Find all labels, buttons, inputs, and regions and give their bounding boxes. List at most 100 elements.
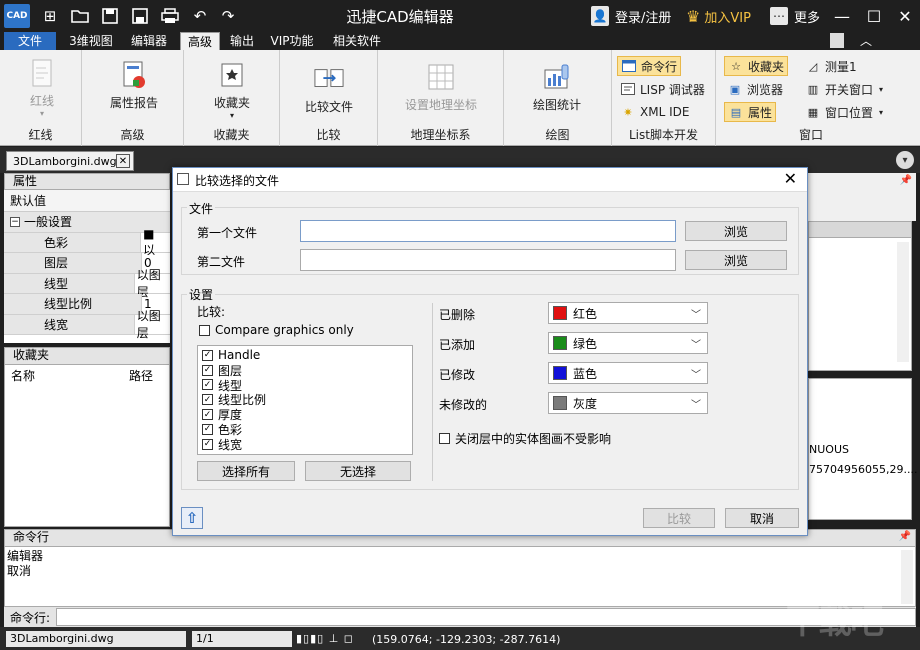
login-button[interactable]: 👤 登录/注册 (591, 5, 671, 27)
menu-vip[interactable]: VIP功能 (264, 32, 320, 50)
scrollbar[interactable] (897, 242, 909, 362)
set-geo-coordinates-button[interactable]: 设置地理坐标 (396, 62, 486, 113)
list-item[interactable]: ✓ 线型 (202, 378, 412, 393)
compare-graphics-only-checkbox[interactable]: Compare graphics only (199, 323, 354, 337)
minimize-button[interactable]: — (828, 4, 856, 28)
menu-output[interactable]: 输出 (226, 32, 258, 50)
lisp-debugger-icon (620, 81, 636, 97)
favorites-panel-toggle[interactable]: ☆ 收藏夹 (724, 56, 789, 76)
close-button[interactable]: ✕ (891, 4, 919, 28)
favorites-icon (217, 60, 247, 90)
vip-button[interactable]: ♛ 加入VIP (686, 5, 751, 27)
xml-ide-button[interactable]: ✷ XML IDE (617, 102, 692, 122)
measure-button[interactable]: ◿ 测量1 (802, 56, 860, 76)
chevron-down-icon: ﹀ (691, 370, 701, 381)
pin-icon[interactable]: 📌 (899, 531, 911, 542)
column-name[interactable]: 名称 (5, 367, 129, 384)
property-row[interactable]: 线型 以图层 (4, 268, 170, 299)
list-item[interactable]: ✓ 图层 (202, 363, 412, 378)
properties-default-select[interactable]: 默认值 (4, 190, 170, 212)
right-panel-bottom: NUOUS 75704956055,29.... (808, 378, 917, 520)
menu-3d-view[interactable]: 3维视图 (62, 32, 120, 50)
compare-dialog: 比较选择的文件 ✕ 文件 第一个文件 浏览 第二文件 浏览 设置 比较: Com… (172, 167, 808, 536)
second-file-input[interactable] (300, 249, 676, 271)
document-tab[interactable]: 3DLamborgini.dwg ✕ (6, 151, 134, 171)
tab-scroll-icon[interactable]: ▾ (896, 151, 914, 169)
deleted-label: 已删除 (439, 308, 476, 322)
print-icon[interactable] (159, 6, 181, 26)
modified-label: 已修改 (439, 368, 476, 382)
favorites-columns: 名称 路径 (5, 365, 169, 385)
snap-icons[interactable]: ▮▯▮▯ ⊥ ◻ (296, 632, 354, 645)
compare-files-button[interactable]: 比较文件 (298, 64, 360, 115)
added-swatch (553, 336, 567, 350)
chevron-down-icon: ﹀ (691, 340, 701, 351)
lisp-debugger-button[interactable]: LISP 调试器 (617, 79, 708, 99)
favorites-button[interactable]: 收藏夹 ▾ (206, 60, 258, 120)
unmodified-swatch (553, 396, 567, 410)
drawing-statistics-button[interactable]: 绘图统计 (526, 62, 588, 113)
redo-icon[interactable]: ↷ (217, 6, 239, 26)
redline-icon (27, 58, 57, 88)
added-color-select[interactable]: 绿色 ﹀ (548, 332, 708, 354)
toggle-window-button[interactable]: ▥ 开关窗口 ▾ (802, 79, 886, 99)
menu-file[interactable]: 文件 (4, 32, 56, 50)
browser-panel-toggle[interactable]: ▣ 浏览器 (724, 79, 786, 99)
list-item[interactable]: ✓ 色彩 (202, 422, 412, 437)
chevron-down-icon: ﹀ (691, 310, 701, 321)
first-file-input[interactable] (300, 220, 676, 242)
page-icon[interactable] (830, 33, 844, 48)
more-icon: ⋯ (770, 7, 788, 25)
menu-editor[interactable]: 编辑器 (124, 32, 174, 50)
browse-first-button[interactable]: 浏览 (685, 221, 787, 241)
maximize-button[interactable]: ☐ (860, 4, 888, 28)
second-file-label: 第二文件 (197, 255, 246, 269)
undo-icon[interactable]: ↶ (189, 6, 211, 26)
deleted-color-select[interactable]: 红色 ﹀ (548, 302, 708, 324)
dialog-close-button[interactable]: ✕ (784, 169, 797, 188)
property-row[interactable]: 线宽 以图层 (4, 309, 170, 340)
dialog-icon (177, 173, 189, 185)
property-row[interactable]: 色彩 ■ 以 (4, 227, 170, 257)
collapse-icon[interactable]: − (10, 216, 20, 227)
list-item[interactable]: ✓ Handle (202, 348, 412, 363)
modified-color-select[interactable]: 蓝色 ﹀ (548, 362, 708, 384)
select-all-button[interactable]: 选择所有 (197, 461, 295, 481)
browse-second-button[interactable]: 浏览 (685, 250, 787, 270)
properties-panel: 属性 默认值 − 一般设置 色彩 ■ 以 图层 0 线型 以图层 线型比例 1 线宽 以图… (4, 173, 170, 343)
list-item[interactable]: ✓ 线宽 (202, 437, 412, 452)
command-scrollbar[interactable] (901, 550, 913, 604)
closed-layer-checkbox[interactable]: 关闭层中的实体图画不受影响 (439, 430, 611, 447)
pin-icon[interactable]: 📌 (900, 175, 912, 186)
measure-icon: ◿ (808, 59, 818, 73)
unmodified-color-select[interactable]: 灰度 ﹀ (548, 392, 708, 414)
redline-button[interactable]: 红线 ▾ (20, 58, 64, 118)
more-button[interactable]: ⋯ 更多 (770, 5, 820, 27)
list-item[interactable]: ✓ 厚度 (202, 407, 412, 422)
property-report-button[interactable]: 属性报告 (104, 60, 164, 111)
column-path[interactable]: 路径 (129, 367, 153, 384)
compare-button[interactable]: 比较 (643, 508, 715, 528)
list-item[interactable]: ✓ 线型比例 (202, 392, 412, 407)
menu-advanced[interactable]: 高级 (180, 32, 220, 50)
new-icon[interactable]: ⊞ (39, 6, 61, 26)
app-logo: CAD (4, 4, 30, 28)
collapse-ribbon-icon[interactable]: ︿ (860, 32, 872, 49)
up-arrow-icon[interactable]: ⇧ (181, 507, 203, 529)
menu-related-software[interactable]: 相关软件 (326, 32, 388, 50)
save-as-icon[interactable] (129, 6, 151, 26)
group-compare: 比较文件 比较 (280, 50, 378, 146)
status-bar: 3DLamborgini.dwg 1/1 ▮▯▮▯ ⊥ ◻ (159.0764;… (0, 627, 920, 650)
select-none-button[interactable]: 无选择 (305, 461, 411, 481)
close-tab-icon[interactable]: ✕ (116, 154, 130, 168)
added-label: 已添加 (439, 338, 476, 352)
command-line-button[interactable]: 命令行 (617, 56, 682, 76)
save-icon[interactable] (99, 6, 121, 26)
deleted-swatch (553, 306, 567, 320)
open-folder-icon[interactable] (69, 6, 91, 26)
window-position-button[interactable]: ▦ 窗口位置 ▾ (802, 102, 886, 122)
toggle-window-icon: ▥ (807, 82, 819, 96)
xml-ide-icon: ✷ (623, 105, 633, 119)
properties-panel-toggle[interactable]: ▤ 属性 (724, 102, 777, 122)
cancel-button[interactable]: 取消 (725, 508, 799, 528)
